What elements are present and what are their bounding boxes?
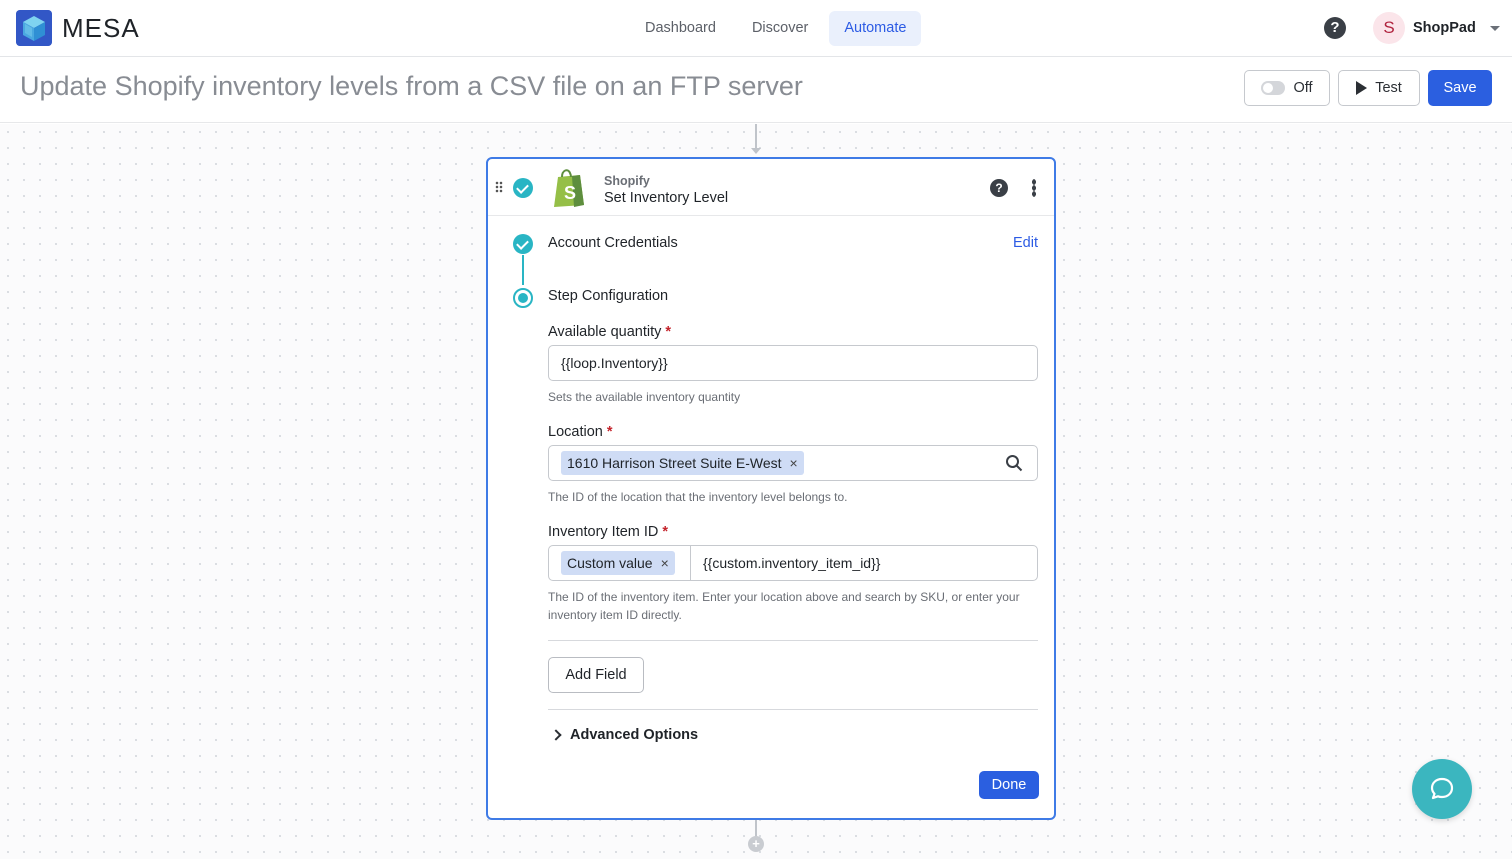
app-name: Shopify: [604, 174, 650, 188]
location-label: Location *: [548, 424, 612, 440]
custom-value-tag[interactable]: Custom value ×: [561, 551, 675, 575]
input-divider: [690, 546, 691, 580]
progress-line: [522, 255, 524, 285]
credentials-section-label[interactable]: Account Credentials: [548, 235, 678, 251]
item-id-value[interactable]: {{custom.inventory_item_id}}: [703, 546, 880, 580]
user-menu[interactable]: S ShopPad: [1373, 12, 1500, 44]
remove-tag-icon[interactable]: ×: [790, 451, 798, 475]
svg-text:S: S: [564, 183, 576, 203]
test-button[interactable]: Test: [1338, 70, 1420, 106]
tab-automate[interactable]: Automate: [829, 11, 922, 46]
location-tag-label: 1610 Harrison Street Suite E-West: [567, 455, 782, 471]
workflow-header: Update Shopify inventory levels from a C…: [0, 57, 1512, 123]
quantity-input[interactable]: {{loop.Inventory}}: [548, 345, 1038, 381]
more-options-icon[interactable]: [1032, 179, 1036, 197]
play-icon: [1356, 81, 1368, 95]
item-id-label-text: Inventory Item ID: [548, 524, 659, 540]
custom-value-tag-label: Custom value: [567, 555, 653, 571]
add-step-icon[interactable]: +: [748, 836, 764, 852]
step-name: Set Inventory Level: [604, 190, 729, 206]
help-icon[interactable]: ?: [990, 179, 1008, 197]
quantity-label-text: Available quantity: [548, 324, 662, 340]
page-title[interactable]: Update Shopify inventory levels from a C…: [20, 71, 803, 102]
chat-bubble-icon: [1430, 777, 1454, 800]
drag-handle-icon[interactable]: [495, 181, 503, 193]
quantity-label: Available quantity *: [548, 324, 671, 340]
chat-launcher-button[interactable]: [1412, 759, 1472, 819]
brand-name: MESA: [62, 12, 140, 43]
edit-credentials-link[interactable]: Edit: [1013, 235, 1038, 251]
mesa-logo[interactable]: MESA: [16, 10, 140, 46]
user-name: ShopPad: [1413, 20, 1476, 36]
chevron-down-icon: [1489, 25, 1500, 31]
required-marker: *: [665, 324, 672, 340]
connector-arrow-icon: [751, 148, 761, 154]
tab-discover[interactable]: Discover: [737, 11, 823, 46]
toggle-switch-icon: [1261, 81, 1286, 95]
current-section-indicator-icon: [513, 288, 533, 308]
required-marker: *: [662, 524, 669, 540]
location-hint: The ID of the location that the inventor…: [548, 490, 848, 504]
location-tag: 1610 Harrison Street Suite E-West ×: [561, 451, 804, 475]
search-icon[interactable]: [1005, 454, 1023, 472]
step-card: S Shopify Set Inventory Level ? Account …: [486, 157, 1056, 820]
divider: [548, 640, 1038, 641]
location-select[interactable]: 1610 Harrison Street Suite E-West ×: [548, 445, 1038, 481]
done-button[interactable]: Done: [979, 771, 1039, 799]
remove-tag-icon[interactable]: ×: [661, 551, 669, 575]
help-icon[interactable]: ?: [1324, 17, 1346, 39]
advanced-options-label: Advanced Options: [570, 727, 699, 743]
step-card-header[interactable]: S Shopify Set Inventory Level ?: [488, 159, 1054, 216]
step-complete-check-icon: [513, 178, 533, 198]
test-label: Test: [1375, 80, 1402, 96]
add-field-button[interactable]: Add Field: [548, 657, 644, 693]
quantity-hint: Sets the available inventory quantity: [548, 390, 741, 404]
required-marker: *: [606, 424, 613, 440]
save-button[interactable]: Save: [1428, 70, 1492, 106]
item-id-hint: The ID of the inventory item. Enter your…: [548, 590, 1020, 622]
main-tabs: Dashboard Discover Automate: [630, 11, 922, 46]
mesa-cube-icon: [16, 10, 52, 46]
divider: [548, 709, 1038, 710]
item-id-input[interactable]: Custom value × {{custom.inventory_item_i…: [548, 545, 1038, 581]
enable-toggle-button[interactable]: Off: [1244, 70, 1330, 106]
shopify-bag-icon: S: [550, 167, 588, 209]
avatar: S: [1373, 12, 1405, 44]
credentials-complete-check-icon: [513, 234, 533, 254]
toggle-label: Off: [1293, 80, 1313, 96]
chevron-right-icon: [550, 729, 562, 741]
location-label-text: Location: [548, 424, 603, 440]
item-id-label: Inventory Item ID *: [548, 524, 668, 540]
advanced-options-toggle[interactable]: Advanced Options: [550, 727, 699, 743]
config-section-label: Step Configuration: [548, 288, 669, 304]
top-navigation: MESA Dashboard Discover Automate ? S Sho…: [0, 0, 1512, 57]
tab-dashboard[interactable]: Dashboard: [630, 11, 731, 46]
